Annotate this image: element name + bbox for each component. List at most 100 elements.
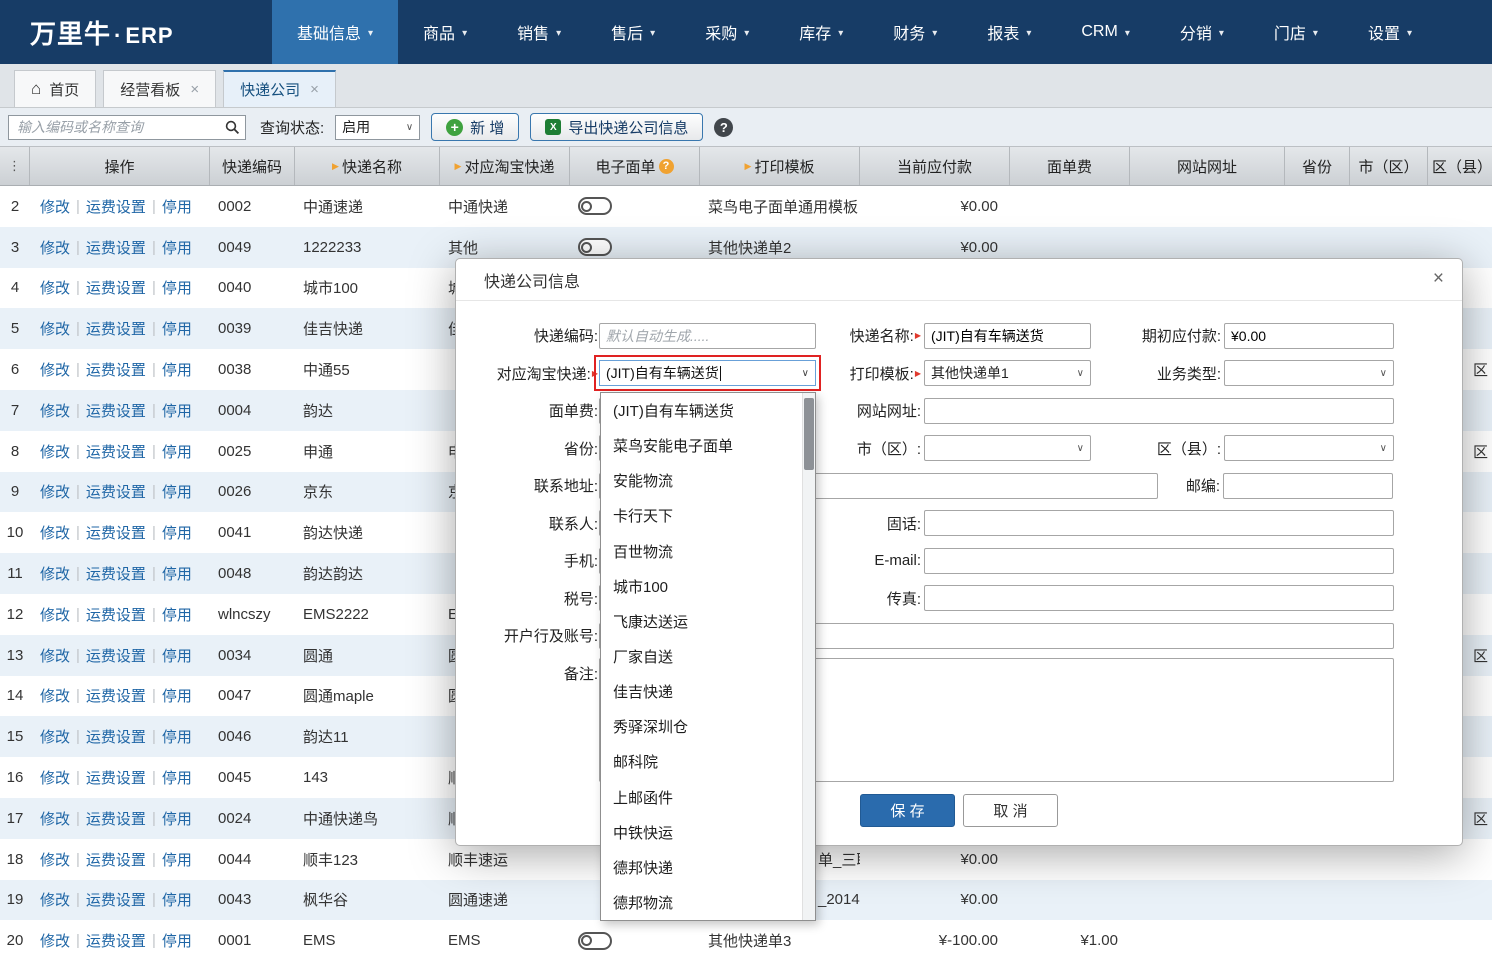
action-停用[interactable]: 停用 xyxy=(162,277,192,298)
action-停用[interactable]: 停用 xyxy=(162,767,192,788)
action-修改[interactable]: 修改 xyxy=(40,930,70,951)
add-button[interactable]: + 新 增 xyxy=(431,113,520,141)
action-停用[interactable]: 停用 xyxy=(162,563,192,584)
action-停用[interactable]: 停用 xyxy=(162,808,192,829)
search-icon[interactable] xyxy=(219,115,245,139)
action-停用[interactable]: 停用 xyxy=(162,196,192,217)
action-运费设置[interactable]: 运费设置 xyxy=(86,441,146,462)
action-运费设置[interactable]: 运费设置 xyxy=(86,481,146,502)
action-运费设置[interactable]: 运费设置 xyxy=(86,277,146,298)
close-icon[interactable]: × xyxy=(1433,268,1444,290)
nav-item-售后[interactable]: 售后 ▾ xyxy=(586,0,680,64)
nav-item-门店[interactable]: 门店 ▾ xyxy=(1249,0,1343,64)
search-input[interactable] xyxy=(8,114,246,140)
tab-经营看板[interactable]: 经营看板 × xyxy=(103,70,217,107)
close-icon[interactable]: × xyxy=(190,81,199,98)
header-电子面单[interactable]: 电子面单? xyxy=(570,147,700,185)
fax-input[interactable] xyxy=(924,585,1394,612)
action-停用[interactable]: 停用 xyxy=(162,604,192,625)
action-运费设置[interactable]: 运费设置 xyxy=(86,318,146,339)
header-省份[interactable]: 省份 xyxy=(1285,147,1350,185)
header-市（区）[interactable]: 市（区） xyxy=(1350,147,1428,185)
cancel-button[interactable]: 取 消 xyxy=(963,793,1058,827)
action-运费设置[interactable]: 运费设置 xyxy=(86,400,146,421)
header-对应淘宝快递[interactable]: ▶ 对应淘宝快递 xyxy=(440,147,570,185)
action-修改[interactable]: 修改 xyxy=(40,359,70,380)
website-input[interactable] xyxy=(924,397,1394,424)
action-停用[interactable]: 停用 xyxy=(162,400,192,421)
zip-input[interactable] xyxy=(1223,472,1393,499)
header-网站网址[interactable]: 网站网址 xyxy=(1130,147,1285,185)
action-停用[interactable]: 停用 xyxy=(162,930,192,951)
dropdown-option[interactable]: 佳吉快递 xyxy=(601,674,802,709)
dropdown-option[interactable]: 厂家自送 xyxy=(601,639,802,674)
action-修改[interactable]: 修改 xyxy=(40,808,70,829)
status-select[interactable]: 启用 ∨ xyxy=(335,114,421,140)
courier-name-input[interactable] xyxy=(924,322,1091,349)
print-template-select[interactable]: 其他快递单1 ∨ xyxy=(924,360,1091,387)
action-运费设置[interactable]: 运费设置 xyxy=(86,767,146,788)
action-停用[interactable]: 停用 xyxy=(162,645,192,666)
opening-payable-input[interactable] xyxy=(1224,322,1394,349)
action-修改[interactable]: 修改 xyxy=(40,563,70,584)
nav-item-报表[interactable]: 报表 ▾ xyxy=(962,0,1056,64)
action-运费设置[interactable]: 运费设置 xyxy=(86,808,146,829)
action-运费设置[interactable]: 运费设置 xyxy=(86,930,146,951)
action-停用[interactable]: 停用 xyxy=(162,726,192,747)
action-修改[interactable]: 修改 xyxy=(40,849,70,870)
action-停用[interactable]: 停用 xyxy=(162,685,192,706)
business-type-select[interactable]: ∨ xyxy=(1224,360,1394,387)
dropdown-option[interactable]: 安能物流 xyxy=(601,463,802,498)
help-icon[interactable]: ? xyxy=(714,117,734,137)
action-修改[interactable]: 修改 xyxy=(40,196,70,217)
action-修改[interactable]: 修改 xyxy=(40,889,70,910)
ewaybill-toggle-off[interactable] xyxy=(578,197,612,216)
ewaybill-toggle-off[interactable] xyxy=(578,931,612,950)
header-打印模板[interactable]: ▶ 打印模板 xyxy=(700,147,860,185)
action-修改[interactable]: 修改 xyxy=(40,685,70,706)
nav-item-基础信息[interactable]: 基础信息 ▾ xyxy=(272,0,399,64)
save-button[interactable]: 保 存 xyxy=(860,793,955,827)
action-运费设置[interactable]: 运费设置 xyxy=(86,645,146,666)
action-停用[interactable]: 停用 xyxy=(162,237,192,258)
action-修改[interactable]: 修改 xyxy=(40,441,70,462)
action-运费设置[interactable]: 运费设置 xyxy=(86,849,146,870)
action-修改[interactable]: 修改 xyxy=(40,318,70,339)
email-input[interactable] xyxy=(924,547,1394,574)
header-操作[interactable]: 操作 xyxy=(30,147,210,185)
dropdown-option[interactable]: 城市100 xyxy=(601,569,802,604)
action-修改[interactable]: 修改 xyxy=(40,400,70,421)
header-区（县）[interactable]: 区（县） xyxy=(1428,147,1492,185)
dropdown-option[interactable]: 中铁快运 xyxy=(601,815,802,850)
action-修改[interactable]: 修改 xyxy=(40,767,70,788)
dropdown-option[interactable]: 秀驿深圳仓 xyxy=(601,709,802,744)
dropdown-option[interactable]: 菜鸟安能电子面单 xyxy=(601,428,802,463)
action-运费设置[interactable]: 运费设置 xyxy=(86,685,146,706)
action-停用[interactable]: 停用 xyxy=(162,889,192,910)
taobao-courier-combobox[interactable]: (JIT)自有车辆送货 ∨ xyxy=(594,355,821,392)
dropdown-option[interactable]: 卡行天下 xyxy=(601,498,802,533)
action-停用[interactable]: 停用 xyxy=(162,318,192,339)
scrollbar-thumb[interactable] xyxy=(804,398,814,470)
action-修改[interactable]: 修改 xyxy=(40,237,70,258)
nav-item-销售[interactable]: 销售 ▾ xyxy=(492,0,586,64)
action-修改[interactable]: 修改 xyxy=(40,604,70,625)
export-button[interactable]: X 导出快递公司信息 xyxy=(530,113,704,141)
action-修改[interactable]: 修改 xyxy=(40,726,70,747)
dropdown-scrollbar[interactable] xyxy=(802,393,815,920)
action-运费设置[interactable]: 运费设置 xyxy=(86,359,146,380)
header-快递名称[interactable]: ▶ 快递名称 xyxy=(295,147,440,185)
nav-item-库存[interactable]: 库存 ▾ xyxy=(774,0,868,64)
action-修改[interactable]: 修改 xyxy=(40,277,70,298)
action-运费设置[interactable]: 运费设置 xyxy=(86,563,146,584)
action-运费设置[interactable]: 运费设置 xyxy=(86,889,146,910)
action-修改[interactable]: 修改 xyxy=(40,645,70,666)
action-停用[interactable]: 停用 xyxy=(162,441,192,462)
header-快递编码[interactable]: 快递编码 xyxy=(210,147,295,185)
action-运费设置[interactable]: 运费设置 xyxy=(86,604,146,625)
nav-item-采购[interactable]: 采购 ▾ xyxy=(680,0,774,64)
nav-item-分销[interactable]: 分销 ▾ xyxy=(1155,0,1249,64)
action-停用[interactable]: 停用 xyxy=(162,481,192,502)
tab-快递公司[interactable]: 快递公司 × xyxy=(223,70,336,107)
action-停用[interactable]: 停用 xyxy=(162,359,192,380)
